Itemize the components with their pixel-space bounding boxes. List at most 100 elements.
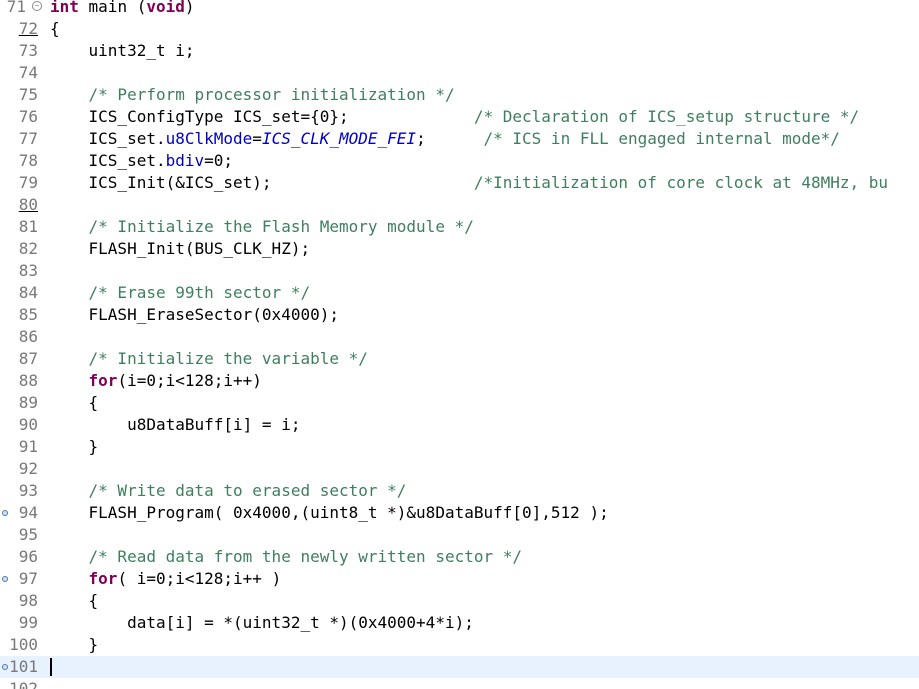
code-line[interactable]: 73 uint32_t i; <box>0 40 919 62</box>
code-line[interactable]: 100 } <box>0 634 919 656</box>
code-line[interactable]: 72 { <box>0 18 919 40</box>
code-line[interactable]: 96 /* Read data from the newly written s… <box>0 546 919 568</box>
line-number-gutter[interactable]: 93 <box>0 480 44 502</box>
field-token: u8ClkMode <box>165 129 253 148</box>
code-line[interactable]: 93 /* Write data to erased sector */ <box>0 480 919 502</box>
code-token: ; <box>416 129 484 148</box>
line-number: 92 <box>18 459 38 478</box>
code-line[interactable]: 82 FLASH_Init(BUS_CLK_HZ); <box>0 238 919 260</box>
code-token: FLASH_Program( 0x4000,(uint8_t *)&u8Data… <box>50 503 609 522</box>
code-text[interactable]: for(i=0;i<128;i++) <box>50 370 262 392</box>
line-number: 97 <box>18 569 38 588</box>
line-number-gutter[interactable]: 85 <box>0 304 44 326</box>
line-number-gutter[interactable]: 86 <box>0 326 44 348</box>
code-line[interactable]: 83 <box>0 260 919 282</box>
line-number-gutter[interactable]: 79 <box>0 172 44 194</box>
line-number-gutter[interactable]: 78 <box>0 150 44 172</box>
line-number-gutter[interactable]: 72 <box>0 18 44 40</box>
code-line[interactable]: 81 /* Initialize the Flash Memory module… <box>0 216 919 238</box>
line-number-gutter[interactable]: 102 <box>0 678 44 689</box>
code-text[interactable]: /* Read data from the newly written sect… <box>50 546 522 568</box>
code-line[interactable]: 89 { <box>0 392 919 414</box>
line-number-gutter[interactable]: 77 <box>0 128 44 150</box>
line-number-gutter[interactable]: 87 <box>0 348 44 370</box>
code-line[interactable]: 98 { <box>0 590 919 612</box>
code-line[interactable]: 84 /* Erase 99th sector */ <box>0 282 919 304</box>
code-line[interactable]: 74 <box>0 62 919 84</box>
code-line[interactable]: 99 data[i] = *(uint32_t *)(0x4000+4*i); <box>0 612 919 634</box>
line-number-gutter[interactable]: 90 <box>0 414 44 436</box>
code-text[interactable]: FLASH_EraseSector(0x4000); <box>50 304 339 326</box>
code-text[interactable]: /* Erase 99th sector */ <box>50 282 311 304</box>
code-line[interactable]: 101 <box>0 656 919 678</box>
line-number-gutter[interactable]: 83 <box>0 260 44 282</box>
code-text[interactable]: data[i] = *(uint32_t *)(0x4000+4*i); <box>50 612 474 634</box>
code-line[interactable]: 78 ICS_set.bdiv=0; <box>0 150 919 172</box>
line-number-gutter[interactable]: 73 <box>0 40 44 62</box>
line-number-gutter[interactable]: 76 <box>0 106 44 128</box>
code-line[interactable]: 91 } <box>0 436 919 458</box>
code-text[interactable]: ICS_set.bdiv=0; <box>50 150 234 172</box>
code-line[interactable]: 88 for(i=0;i<128;i++) <box>0 370 919 392</box>
code-line[interactable]: 92 <box>0 458 919 480</box>
code-line[interactable]: −71 int main (void) <box>0 0 919 18</box>
code-line[interactable]: 95 <box>0 524 919 546</box>
line-number-gutter[interactable]: 82 <box>0 238 44 260</box>
code-line[interactable]: 94 FLASH_Program( 0x4000,(uint8_t *)&u8D… <box>0 502 919 524</box>
code-line[interactable]: 77 ICS_set.u8ClkMode=ICS_CLK_MODE_FEI; /… <box>0 128 919 150</box>
line-number-gutter[interactable]: 92 <box>0 458 44 480</box>
line-number-gutter[interactable]: 94 <box>0 502 44 524</box>
line-number-gutter[interactable]: 89 <box>0 392 44 414</box>
code-line[interactable]: 76 ICS_ConfigType ICS_set={0}; /* Declar… <box>0 106 919 128</box>
code-text[interactable]: uint32_t i; <box>50 40 195 62</box>
line-number-gutter[interactable]: 88 <box>0 370 44 392</box>
code-line[interactable]: 75 /* Perform processor initialization *… <box>0 84 919 106</box>
line-number-gutter[interactable]: 98 <box>0 590 44 612</box>
code-line[interactable]: 80 <box>0 194 919 216</box>
line-number-gutter[interactable]: 84 <box>0 282 44 304</box>
line-number-gutter[interactable]: 96 <box>0 546 44 568</box>
code-text[interactable]: { <box>50 392 99 414</box>
line-number-gutter[interactable]: 99 <box>0 612 44 634</box>
comment-token: /* Erase 99th sector */ <box>88 283 311 302</box>
line-number: 87 <box>18 349 38 368</box>
code-line[interactable]: 97 for( i=0;i<128;i++ ) <box>0 568 919 590</box>
code-editor[interactable]: −71 int main (void) 72{73 uint32_t i; 74 75 … <box>0 0 919 689</box>
code-text[interactable]: { <box>50 18 60 40</box>
line-number-gutter[interactable]: 91 <box>0 436 44 458</box>
code-text[interactable]: ICS_ConfigType ICS_set={0}; /* Declarati… <box>50 106 860 128</box>
line-number-gutter[interactable]: 74 <box>0 62 44 84</box>
code-line[interactable]: 86 <box>0 326 919 348</box>
code-text[interactable]: FLASH_Init(BUS_CLK_HZ); <box>50 238 311 260</box>
code-text[interactable]: /* Perform processor initialization */ <box>50 84 455 106</box>
code-text[interactable]: } <box>50 436 99 458</box>
code-text[interactable]: { <box>50 590 99 612</box>
code-text[interactable]: /* Initialize the variable */ <box>50 348 368 370</box>
code-text[interactable]: int main (void) <box>50 0 195 18</box>
line-number-gutter[interactable]: 95 <box>0 524 44 546</box>
line-number-gutter[interactable]: 80 <box>0 194 44 216</box>
code-line[interactable]: 79 ICS_Init(&ICS_set); /*Initialization … <box>0 172 919 194</box>
line-number-gutter[interactable]: 101 <box>0 656 44 678</box>
collapse-icon[interactable]: − <box>32 1 42 11</box>
code-text[interactable]: /* Initialize the Flash Memory module */ <box>50 216 474 238</box>
code-text[interactable]: ICS_set.u8ClkMode=ICS_CLK_MODE_FEI; /* I… <box>50 128 840 150</box>
code-text[interactable]: u8DataBuff[i] = i; <box>50 414 300 436</box>
line-number-gutter[interactable]: 81 <box>0 216 44 238</box>
code-line[interactable]: 87 /* Initialize the variable */ <box>0 348 919 370</box>
line-number-gutter[interactable]: 75 <box>0 84 44 106</box>
comment-token: /* Perform processor initialization */ <box>88 85 455 104</box>
line-number-gutter[interactable]: −71 <box>0 0 44 18</box>
code-text[interactable]: FLASH_Program( 0x4000,(uint8_t *)&u8Data… <box>50 502 609 524</box>
code-line[interactable]: 85 FLASH_EraseSector(0x4000); <box>0 304 919 326</box>
line-number-gutter[interactable]: 100 <box>0 634 44 656</box>
code-text[interactable]: } <box>50 634 99 656</box>
line-number-gutter[interactable]: 97 <box>0 568 44 590</box>
code-line[interactable]: 102 <box>0 678 919 689</box>
code-line[interactable]: 90 u8DataBuff[i] = i; <box>0 414 919 436</box>
code-text[interactable]: /* Write data to erased sector */ <box>50 480 407 502</box>
code-text[interactable]: for( i=0;i<128;i++ ) <box>50 568 282 590</box>
code-text[interactable]: ICS_Init(&ICS_set); /*Initialization of … <box>50 172 889 194</box>
code-token: data[i] = *(uint32_t *)(0x4000+4*i); <box>50 613 474 632</box>
